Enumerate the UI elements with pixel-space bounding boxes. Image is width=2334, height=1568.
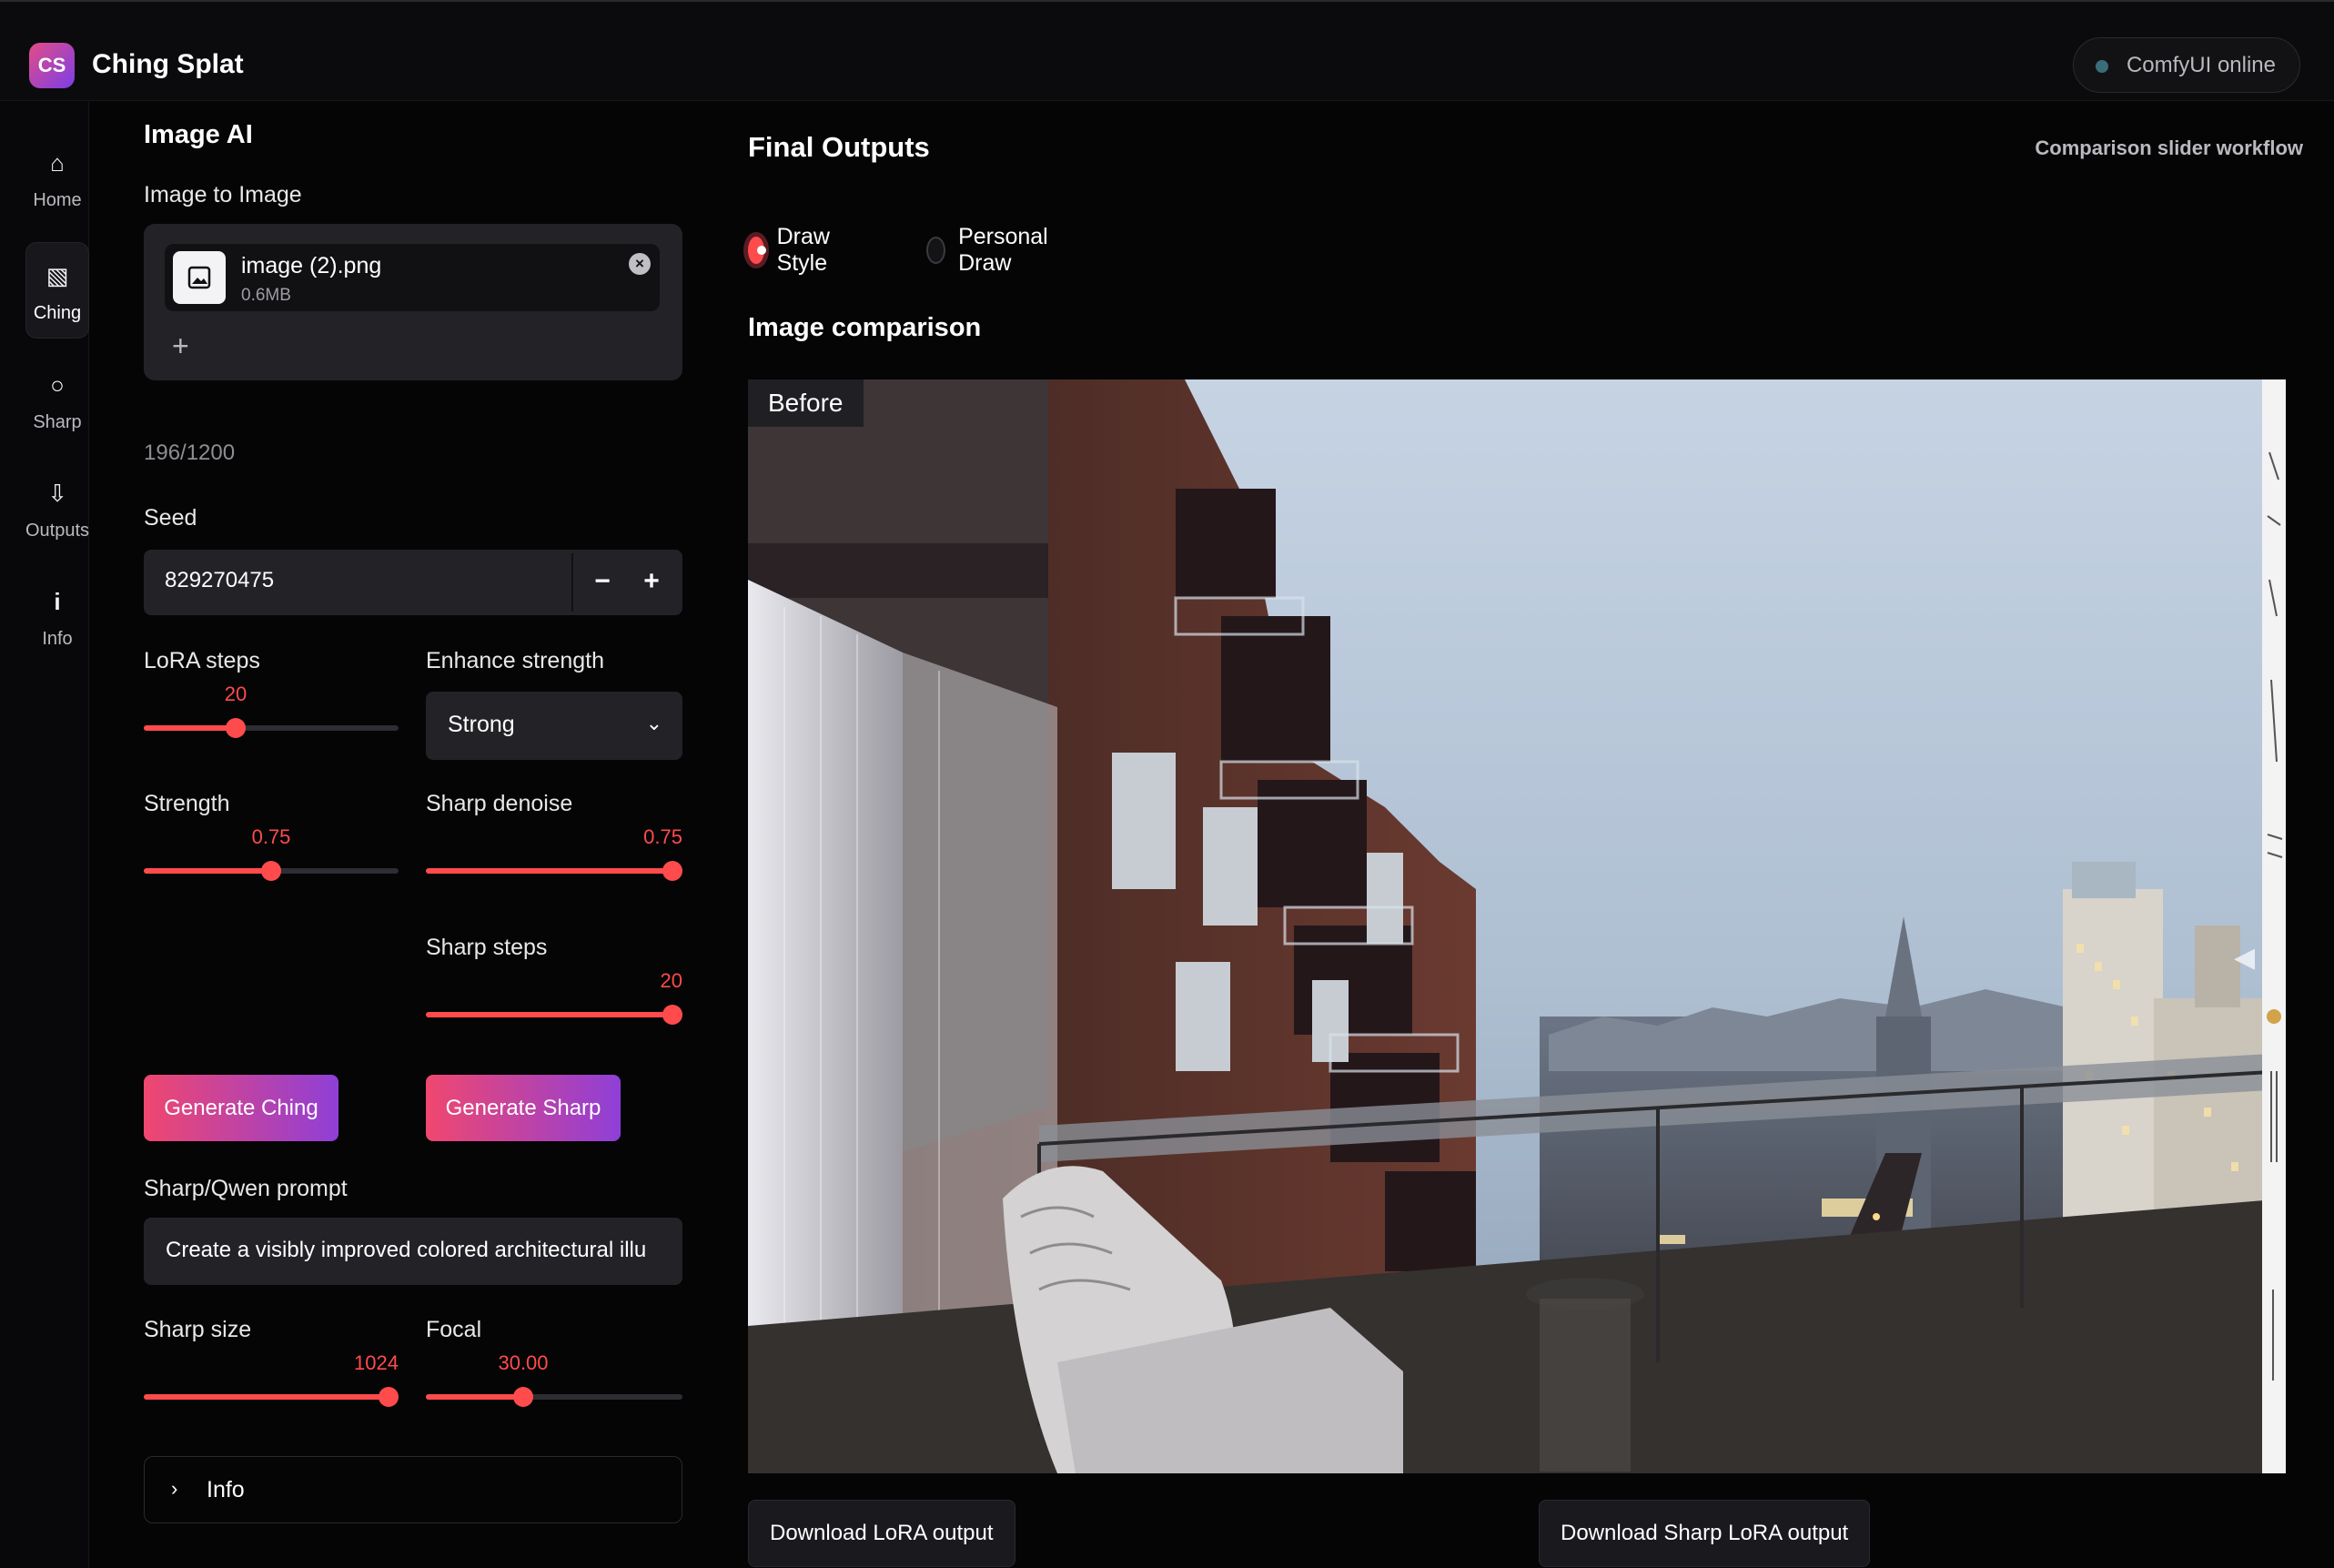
- slider-fill: [144, 868, 271, 874]
- prompt-input[interactable]: Create a visibly improved colored archit…: [144, 1218, 682, 1285]
- slider-thumb[interactable]: [662, 1005, 682, 1025]
- radio-label: Draw Style: [776, 224, 830, 276]
- section-title: Image AI: [144, 120, 253, 149]
- app-title: Ching Splat: [92, 49, 244, 79]
- slider-value: 0.75: [643, 825, 682, 848]
- character-counter: 196/1200: [144, 440, 236, 465]
- slider-thumb[interactable]: [226, 718, 246, 738]
- seed-label: Seed: [144, 505, 197, 531]
- remove-file-icon[interactable]: ×: [629, 253, 651, 275]
- uploaded-file: image (2).png 0.6MB ×: [165, 244, 660, 311]
- left-nav: ⌂ Home ▧ Ching ○ Sharp ⇩ Outputs i Info: [0, 102, 89, 1568]
- connection-status-badge: ComfyUI online: [2072, 37, 2300, 93]
- file-size: 0.6MB: [241, 286, 291, 305]
- sharp-denoise-label: Sharp denoise: [426, 791, 573, 816]
- home-icon: ⌂: [50, 148, 65, 177]
- image-comparison-slider[interactable]: Before ◀: [748, 379, 2286, 1473]
- focal-label: Focal: [426, 1317, 482, 1342]
- slider-fill: [426, 868, 672, 874]
- download-sharp-button[interactable]: Download Sharp LoRA output: [1539, 1500, 1871, 1567]
- select-value: Strong: [448, 712, 515, 737]
- slider-fill: [426, 1394, 523, 1400]
- nav-item-label: Ching: [33, 302, 82, 323]
- control-panel: Image AI Image to Image image (2).png 0.…: [144, 102, 682, 1568]
- strength-slider[interactable]: 0.75: [144, 825, 399, 881]
- comparison-image: [748, 379, 2286, 1473]
- status-dot-icon: [2095, 60, 2108, 73]
- radio-personal-draw[interactable]: Personal Draw: [926, 224, 1056, 276]
- divider: [571, 553, 573, 612]
- lora-steps-label: LoRA steps: [144, 648, 260, 673]
- prompt-value: Create a visibly improved colored archit…: [166, 1238, 647, 1262]
- nav-item-ching[interactable]: ▧ Ching: [25, 242, 89, 339]
- focal-slider[interactable]: 30.00: [426, 1351, 682, 1407]
- nav-item-home[interactable]: ⌂ Home: [25, 129, 89, 226]
- add-file-icon[interactable]: +: [172, 329, 189, 363]
- slider-thumb[interactable]: [261, 861, 281, 881]
- seed-value: 829270475: [165, 568, 275, 592]
- nav-item-label: Sharp: [33, 411, 82, 432]
- slider-fill: [426, 1012, 672, 1017]
- slider-thumb[interactable]: [513, 1387, 533, 1407]
- slider-value: 20: [224, 683, 248, 705]
- chevron-right-icon: ›: [171, 1477, 178, 1500]
- slider-value: 0.75: [251, 825, 291, 848]
- sharp-size-slider[interactable]: 1024: [144, 1351, 399, 1407]
- image-stack-icon: ▧: [45, 261, 69, 289]
- generate-sharp-button[interactable]: Generate Sharp: [426, 1075, 621, 1141]
- nav-item-info[interactable]: i Info: [25, 568, 89, 664]
- download-lora-button[interactable]: Download LoRA output: [748, 1500, 1015, 1567]
- slider-fill: [144, 1394, 389, 1400]
- sharp-size-label: Sharp size: [144, 1317, 252, 1342]
- file-uploader[interactable]: image (2).png 0.6MB × +: [144, 224, 682, 380]
- circle-icon: ○: [50, 370, 65, 399]
- info-expander[interactable]: › Info: [144, 1456, 682, 1523]
- workflow-caption: Comparison slider workflow: [2035, 137, 2303, 159]
- file-name: image (2).png: [241, 253, 382, 278]
- top-bar: CS Ching Splat ComfyUI online: [0, 0, 2334, 101]
- radio-label: Personal Draw: [958, 224, 1048, 276]
- main-content: Final Outputs Comparison slider workflow…: [748, 102, 2303, 1568]
- comparison-title: Image comparison: [748, 313, 982, 342]
- status-text: ComfyUI online: [2126, 52, 2276, 77]
- prompt-label: Sharp/Qwen prompt: [144, 1176, 348, 1201]
- slider-value: 1024: [354, 1351, 399, 1374]
- chevron-down-icon: ⌄: [645, 712, 662, 734]
- slider-thumb[interactable]: [379, 1387, 399, 1407]
- info-icon: i: [54, 587, 61, 615]
- upload-label: Image to Image: [144, 182, 302, 207]
- nav-item-label: Info: [42, 628, 73, 649]
- nav-item-sharp[interactable]: ○ Sharp: [25, 351, 89, 448]
- sharp-steps-slider[interactable]: 20: [426, 969, 682, 1025]
- sharp-denoise-slider[interactable]: 0.75: [426, 825, 682, 881]
- slider-fill: [144, 725, 236, 731]
- radio-draw-style[interactable]: Draw Style: [748, 224, 841, 276]
- app-logo: CS: [29, 43, 75, 88]
- download-icon: ⇩: [47, 479, 67, 507]
- slider-thumb[interactable]: [662, 861, 682, 881]
- seed-input[interactable]: 829270475 − +: [144, 550, 682, 615]
- enhance-strength-select[interactable]: Strong ⌄: [426, 692, 682, 760]
- lora-steps-slider[interactable]: 20: [144, 683, 399, 738]
- seed-decrement-button[interactable]: −: [584, 561, 621, 602]
- nav-item-outputs[interactable]: ⇩ Outputs: [25, 460, 89, 556]
- sharp-steps-label: Sharp steps: [426, 935, 548, 960]
- nav-item-label: Outputs: [25, 520, 90, 541]
- slider-value: 30.00: [498, 1351, 549, 1374]
- slider-value: 20: [660, 969, 682, 992]
- image-file-icon: [173, 251, 226, 304]
- page-title: Final Outputs: [748, 131, 930, 163]
- before-label: Before: [748, 379, 864, 427]
- expander-label: Info: [207, 1477, 245, 1502]
- enhance-strength-label: Enhance strength: [426, 648, 604, 673]
- generate-ching-button[interactable]: Generate Ching: [144, 1075, 338, 1141]
- slider-left-arrow-icon[interactable]: ◀: [2234, 942, 2255, 974]
- nav-item-label: Home: [33, 189, 82, 210]
- strength-label: Strength: [144, 791, 230, 816]
- radio-selected-icon: [748, 237, 766, 264]
- radio-unselected-icon: [926, 237, 946, 264]
- seed-increment-button[interactable]: +: [633, 561, 670, 602]
